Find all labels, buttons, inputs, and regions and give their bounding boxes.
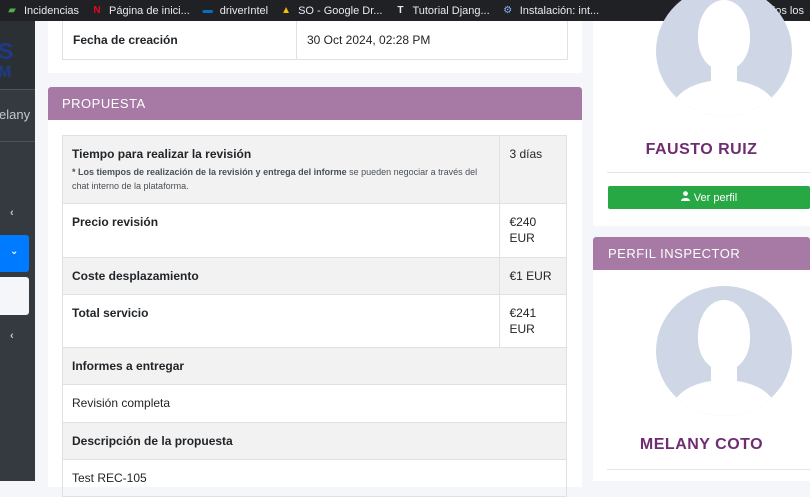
creation-date-label: Fecha de creación [63, 21, 297, 59]
table-row: Precio revisión €240 EUR [61, 203, 567, 258]
total-service-value: €241 EUR [499, 293, 567, 349]
google-drive-icon: ▲ [281, 5, 292, 16]
sidebar-user-name: elany [0, 107, 31, 122]
sidebar-user-panel[interactable]: elany [0, 89, 35, 142]
total-service-label: Total servicio [61, 293, 501, 349]
chevron-down-icon: ⌄ [10, 246, 19, 257]
user-icon [680, 191, 690, 204]
bookmark-label: Incidencias [24, 4, 80, 17]
travel-cost-value: €1 EUR [499, 256, 567, 295]
bookmark-item[interactable]: N Página de inici... [85, 5, 196, 17]
sidebar-item-active[interactable]: ⌄ [0, 235, 29, 272]
chevron-left-icon[interactable]: ‹ [10, 330, 14, 342]
avatar-shoulders [672, 380, 776, 416]
tutorial-icon: T [397, 5, 404, 16]
table-row: Revisión completa [62, 384, 567, 423]
chevron-left-icon[interactable]: ‹ [10, 207, 14, 219]
avatar-shoulders [672, 80, 776, 116]
inspector-profile-card: PERFIL INSPECTOR MELANY COTO [593, 237, 810, 481]
view-profile-button[interactable]: Ver perfil [608, 186, 810, 209]
review-time-label-text: Tiempo para realizar la revisión [72, 147, 252, 161]
review-price-label: Precio revisión [61, 203, 501, 258]
table-row: Total servicio €241 EUR [61, 293, 567, 349]
bookmark-item[interactable]: ▰ Incidencias [0, 5, 85, 17]
table-row: Fecha de creación 30 Oct 2024, 02:28 PM [62, 21, 568, 60]
proposal-table: Tiempo para realizar la revisión * Los t… [61, 134, 567, 497]
avatar-head [698, 300, 750, 370]
sidebar-subitem[interactable] [0, 277, 29, 315]
review-time-note: * Los tiempos de realización de la revis… [72, 166, 490, 193]
intel-icon: ▬ [202, 5, 213, 16]
description-label: Descripción de la propuesta [62, 421, 567, 460]
reports-label: Informes a entregar [62, 347, 567, 386]
profile-name: MELANY COTO [639, 436, 764, 453]
bookmarks-list: ▰ Incidencias N Página de inici... ▬ driverIn… [0, 5, 605, 17]
avatar [656, 286, 792, 416]
creation-date-value: 30 Oct 2024, 02:28 PM [307, 33, 431, 47]
proposal-header: PROPUESTA [48, 87, 582, 120]
incidencias-icon: ▰ [8, 5, 16, 16]
view-profile-label: Ver perfil [693, 191, 738, 204]
travel-cost-label: Coste desplazamiento [61, 256, 501, 295]
table-row: Descripción de la propuesta [62, 421, 567, 460]
description-value: Test REC-105 [62, 458, 567, 497]
table-row: Tiempo para realizar la revisión * Los t… [61, 134, 567, 205]
proposal-card: PROPUESTA Tiempo para realizar la revisi… [48, 87, 582, 497]
inspector-profile-header: PERFIL INSPECTOR [593, 237, 810, 270]
bookmark-item[interactable]: ▲ SO - Google Dr... [274, 5, 388, 17]
bookmark-label: SO - Google Dr... [298, 4, 383, 17]
sidebar: S M elany ‹ ⌄ ‹ [0, 21, 35, 481]
profile-name: FAUSTO RUIZ [645, 141, 758, 158]
review-time-label: Tiempo para realizar la revisión * Los t… [61, 134, 501, 205]
review-price-value: €240 EUR [499, 203, 567, 258]
bookmark-label: Página de inici... [109, 4, 190, 17]
profile-card-owner: FAUSTO RUIZ Ver perfil [593, 0, 810, 226]
table-row: Coste desplazamiento €1 EUR [61, 256, 567, 295]
brand-text-top: S [0, 38, 14, 64]
table-row: Test REC-105 [62, 458, 567, 497]
bookmark-item[interactable]: ▬ driverIntel [196, 5, 274, 17]
avatar [656, 0, 792, 116]
instalacion-icon: ⚙ [503, 5, 513, 16]
note-bold: * Los tiempos de realización de la revis… [72, 167, 347, 178]
avatar-head [698, 0, 750, 70]
review-time-value: 3 días [499, 134, 567, 205]
netflix-icon: N [93, 5, 101, 16]
reports-value: Revisión completa [62, 384, 567, 423]
bookmark-item[interactable]: ⚙ Instalación: int... [496, 5, 606, 17]
bookmark-label: driverIntel [219, 4, 269, 17]
bookmark-item[interactable]: T Tutorial Djang... [388, 5, 495, 17]
brand-logo[interactable]: S M [0, 21, 35, 90]
divider [607, 469, 810, 470]
divider [607, 172, 810, 173]
brand-text-bottom: M [0, 64, 12, 81]
details-card: Fecha de creación 30 Oct 2024, 02:28 PM [48, 21, 582, 73]
bookmark-label: Tutorial Djang... [412, 4, 490, 17]
table-row: Informes a entregar [62, 347, 567, 386]
bookmark-label: Instalación: int... [519, 4, 600, 17]
